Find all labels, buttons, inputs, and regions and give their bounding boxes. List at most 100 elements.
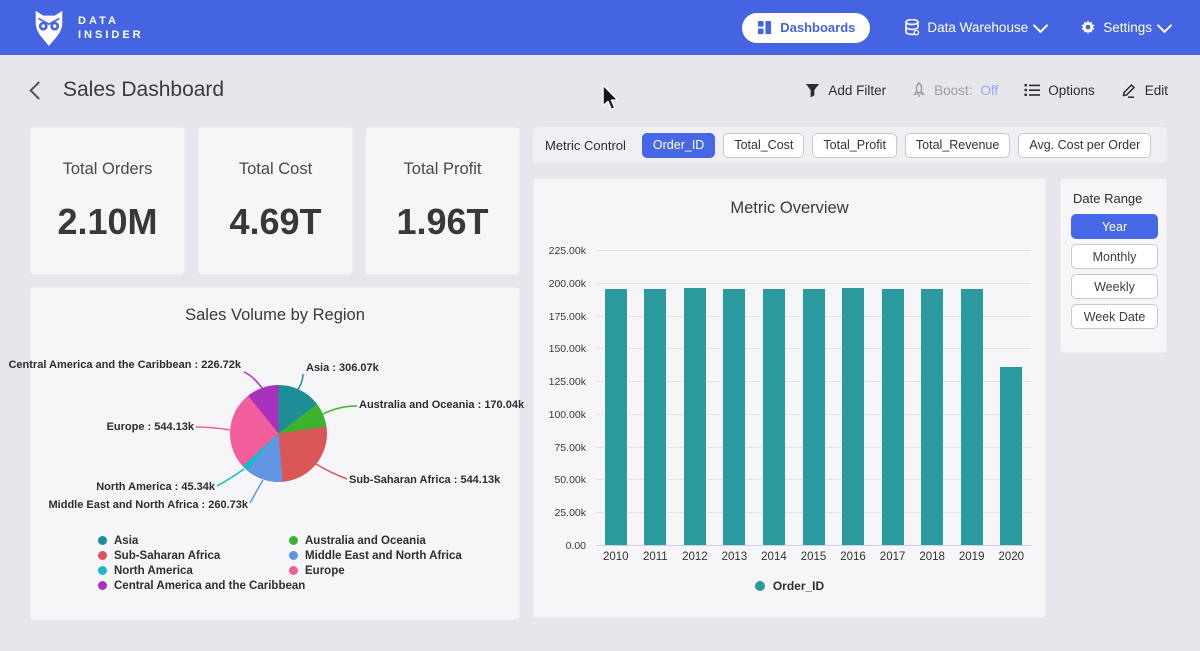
edit-button[interactable]: Edit <box>1121 82 1168 98</box>
kpi-card-total-orders: Total Orders 2.10M <box>30 127 185 275</box>
bar-2018[interactable] <box>921 289 943 545</box>
pie-legend-item-sub-saharan-africa[interactable]: Sub-Saharan Africa <box>98 548 305 563</box>
dashboards-button[interactable]: Dashboards <box>742 13 870 43</box>
metric-option-total-cost[interactable]: Total_Cost <box>723 133 804 158</box>
pie-label-europe: Europe : 544.13k <box>107 421 194 434</box>
leader-line <box>196 427 230 430</box>
x-axis-tick: 2018 <box>912 551 952 563</box>
bar-chart-x-axis: 2010201120122013201420152016201720182019… <box>596 551 1031 563</box>
dashboard-grid-icon <box>757 20 772 35</box>
bar-2014[interactable] <box>763 289 785 545</box>
bar-2019[interactable] <box>961 289 983 545</box>
legend-label: Asia <box>114 535 138 547</box>
pie-circle[interactable] <box>230 385 327 482</box>
y-axis-tick: 25.00k <box>534 507 586 519</box>
legend-label: Australia and Oceania <box>305 535 426 547</box>
pie-label-middle-east-and-north-africa: Middle East and North Africa : 260.73k <box>49 499 248 512</box>
gear-icon <box>1080 20 1096 36</box>
bar-chart-legend-item[interactable]: Order_ID <box>534 579 1045 593</box>
bar-2016[interactable] <box>842 288 864 545</box>
bar-chart-plot <box>596 241 1031 545</box>
data-warehouse-menu[interactable]: Data Warehouse <box>904 19 1046 36</box>
kpi-card-total-cost: Total Cost 4.69T <box>198 127 353 275</box>
pie-label-central-america-and-the-caribbean: Central America and the Caribbean : 226.… <box>8 359 241 372</box>
metric-option-order-id[interactable]: Order_ID <box>642 133 715 158</box>
date-range-label: Date Range <box>1073 191 1156 206</box>
bar-2012[interactable] <box>684 288 706 545</box>
rocket-icon <box>912 82 926 98</box>
leader-line <box>323 406 357 414</box>
dashboards-label: Dashboards <box>780 20 855 35</box>
pie-legend-item-central-america-and-the-caribbean[interactable]: Central America and the Caribbean <box>98 578 305 593</box>
pie-legend-item-north-america[interactable]: North America <box>98 563 305 578</box>
bar-2015[interactable] <box>803 289 825 545</box>
legend-label: Order_ID <box>773 579 824 593</box>
bar-2017[interactable] <box>882 289 904 545</box>
legend-dot <box>289 551 298 560</box>
options-button[interactable]: Options <box>1024 83 1095 98</box>
y-axis-tick: 150.00k <box>534 343 586 355</box>
date-range-option-monthly[interactable]: Monthly <box>1071 244 1158 269</box>
pie-label-north-america: North America : 45.34k <box>96 481 215 494</box>
chevron-left-icon <box>29 81 47 99</box>
x-axis-tick: 2013 <box>715 551 755 563</box>
legend-dot <box>755 581 765 591</box>
legend-dot <box>98 566 107 575</box>
x-axis-tick: 2015 <box>794 551 834 563</box>
pie-label-australia-and-oceania: Australia and Oceania : 170.04k <box>359 399 524 412</box>
options-list-icon <box>1024 83 1040 97</box>
bar-2020[interactable] <box>1000 367 1022 545</box>
options-label: Options <box>1048 83 1095 98</box>
bar-chart-card: Metric Overview 225.00k200.00k175.00k150… <box>533 178 1046 618</box>
metric-option-total-profit[interactable]: Total_Profit <box>812 133 897 158</box>
brand-line2: INSIDER <box>78 28 144 42</box>
x-axis-tick: 2017 <box>873 551 913 563</box>
kpi-card-total-profit: Total Profit 1.96T <box>365 127 520 275</box>
x-axis-tick: 2012 <box>675 551 715 563</box>
brand-line1: DATA <box>78 14 144 28</box>
legend-dot <box>98 551 107 560</box>
y-axis-tick: 125.00k <box>534 376 586 388</box>
app: DATA INSIDER Dashboards D <box>0 0 1200 651</box>
x-axis-tick: 2019 <box>952 551 992 563</box>
x-axis-tick: 2011 <box>636 551 676 563</box>
leader-line <box>250 480 263 503</box>
pie-legend-item-europe[interactable]: Europe <box>289 563 462 578</box>
pie-legend-item-asia[interactable]: Asia <box>98 533 305 548</box>
page-title: Sales Dashboard <box>63 78 224 102</box>
date-range-option-year[interactable]: Year <box>1071 214 1158 239</box>
settings-menu[interactable]: Settings <box>1080 20 1170 36</box>
pie-legend-item-middle-east-and-north-africa[interactable]: Middle East and North Africa <box>289 548 462 563</box>
filter-icon <box>805 83 820 98</box>
brand[interactable]: DATA INSIDER <box>30 8 144 48</box>
pie-legend-item-australia-and-oceania[interactable]: Australia and Oceania <box>289 533 462 548</box>
leader-line <box>244 372 262 388</box>
metric-control-label: Metric Control <box>545 138 626 153</box>
x-axis-tick: 2010 <box>596 551 636 563</box>
date-range-option-weekly[interactable]: Weekly <box>1071 274 1158 299</box>
owl-logo-icon <box>30 8 68 48</box>
metric-option-total-revenue[interactable]: Total_Revenue <box>905 133 1010 158</box>
date-range-option-week-date[interactable]: Week Date <box>1071 304 1158 329</box>
kpi-value: 2.10M <box>31 201 184 243</box>
bar-2011[interactable] <box>644 289 666 545</box>
add-filter-label: Add Filter <box>828 83 886 98</box>
y-axis-tick: 75.00k <box>534 442 586 454</box>
legend-dot <box>289 566 298 575</box>
brand-text: DATA INSIDER <box>78 14 144 42</box>
boost-state: Off <box>980 83 998 98</box>
legend-label: Sub-Saharan Africa <box>114 550 220 562</box>
y-axis-tick: 0.00 <box>534 540 586 552</box>
header-actions: Add Filter Boost: Off Options <box>805 82 1168 98</box>
chevron-down-icon <box>1033 18 1049 34</box>
y-axis-tick: 200.00k <box>534 278 586 290</box>
legend-label: Europe <box>305 565 345 577</box>
boost-toggle[interactable]: Boost: Off <box>912 82 998 98</box>
back-button[interactable] <box>28 80 49 101</box>
add-filter-button[interactable]: Add Filter <box>805 83 886 98</box>
kpi-value: 1.96T <box>366 201 519 243</box>
metric-option-avg-cost-per-order[interactable]: Avg. Cost per Order <box>1018 133 1151 158</box>
bar-2013[interactable] <box>723 289 745 545</box>
bar-2010[interactable] <box>605 289 627 545</box>
edit-pencil-icon <box>1121 82 1137 98</box>
